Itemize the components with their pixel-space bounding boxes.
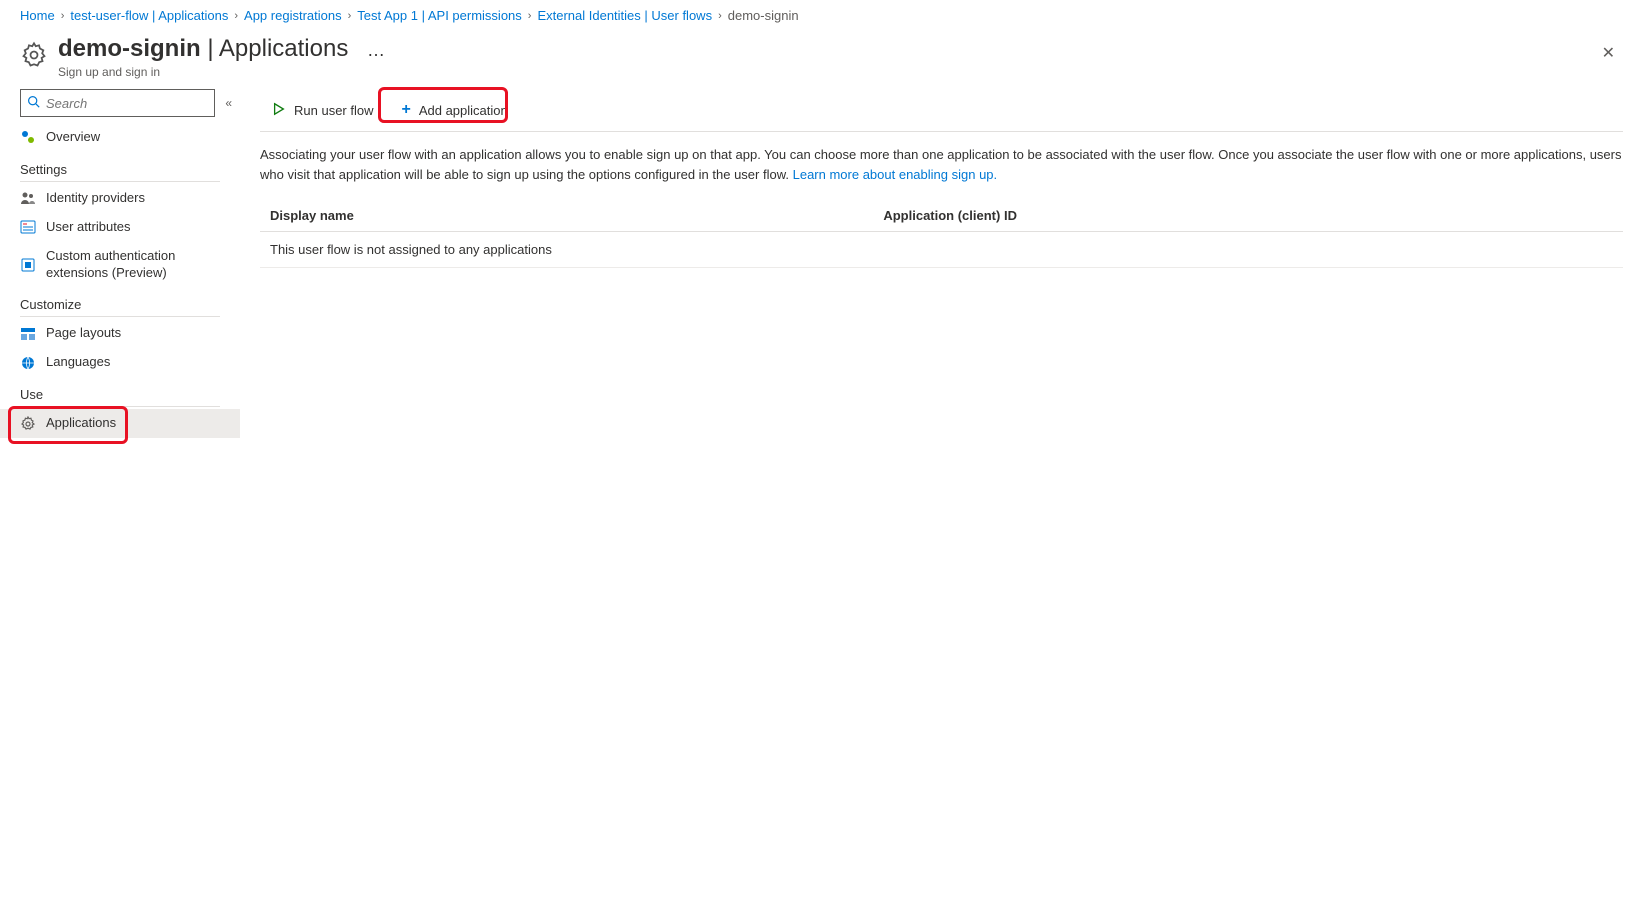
sidebar-item-user-attributes[interactable]: User attributes [0, 213, 240, 242]
divider [20, 406, 220, 407]
chevron-right-icon: › [348, 10, 352, 22]
sidebar-item-label: Custom authentication extensions (Previe… [46, 248, 220, 282]
people-icon [20, 190, 36, 206]
table-empty-message: This user flow is not assigned to any ap… [260, 232, 1623, 268]
page-subtitle: Sign up and sign in [58, 65, 1594, 79]
globe-icon [20, 355, 36, 371]
description-text: Associating your user flow with an appli… [260, 145, 1623, 184]
add-application-button[interactable]: + Add application [389, 95, 519, 125]
layout-icon [20, 326, 36, 342]
sidebar-item-label: Overview [46, 129, 220, 146]
sidebar-item-label: User attributes [46, 219, 220, 236]
search-box[interactable] [20, 89, 215, 117]
sidebar-group-settings: Settings [0, 152, 240, 181]
sidebar-item-page-layouts[interactable]: Page layouts [0, 319, 240, 348]
chevron-right-icon: › [234, 10, 238, 22]
sidebar: « Overview Settings Identity providers U… [0, 89, 240, 438]
table-header-app-id[interactable]: Application (client) ID [873, 200, 1623, 232]
run-user-flow-button[interactable]: Run user flow [260, 96, 385, 125]
divider [20, 181, 220, 182]
applications-table: Display name Application (client) ID Thi… [260, 200, 1623, 268]
sidebar-item-identity-providers[interactable]: Identity providers [0, 184, 240, 213]
sidebar-group-customize: Customize [0, 287, 240, 316]
sidebar-item-label: Identity providers [46, 190, 220, 207]
sidebar-group-use: Use [0, 377, 240, 406]
breadcrumb-item-4[interactable]: External Identities | User flows [537, 8, 712, 23]
sidebar-item-custom-auth[interactable]: Custom authentication extensions (Previe… [0, 242, 240, 288]
more-button[interactable]: … [367, 40, 386, 60]
chevron-right-icon: › [61, 10, 65, 22]
close-button[interactable]: ✕ [1594, 35, 1623, 71]
toolbar: Run user flow + Add application [260, 89, 1623, 132]
page-title-strong: demo-signin [58, 35, 201, 62]
breadcrumb: Home › test-user-flow | Applications › A… [0, 0, 1643, 31]
breadcrumb-item-3[interactable]: Test App 1 | API permissions [357, 8, 522, 23]
search-input[interactable] [44, 95, 208, 112]
page-header: demo-signin | Applications … Sign up and… [0, 31, 1643, 89]
table-header-display-name[interactable]: Display name [260, 200, 873, 232]
gear-icon [20, 416, 36, 432]
page-title: demo-signin | Applications … [58, 35, 1594, 63]
extension-icon [20, 257, 36, 273]
play-icon [272, 102, 286, 119]
divider [20, 316, 220, 317]
sidebar-item-label: Applications [46, 415, 220, 432]
breadcrumb-item-2[interactable]: App registrations [244, 8, 342, 23]
overview-icon [20, 129, 36, 145]
sidebar-item-overview[interactable]: Overview [0, 123, 240, 152]
sidebar-item-applications[interactable]: Applications [0, 409, 240, 438]
breadcrumb-home[interactable]: Home [20, 8, 55, 23]
page-title-rest: | Applications [201, 35, 349, 62]
learn-more-link[interactable]: Learn more about enabling sign up. [793, 167, 998, 182]
sidebar-item-label: Languages [46, 354, 220, 371]
sidebar-item-languages[interactable]: Languages [0, 348, 240, 377]
gear-icon [20, 41, 48, 69]
breadcrumb-current: demo-signin [728, 8, 799, 23]
toolbar-button-label: Add application [419, 103, 508, 118]
toolbar-button-label: Run user flow [294, 103, 373, 118]
table-row-empty: This user flow is not assigned to any ap… [260, 232, 1623, 268]
main-content: Run user flow + Add application Associat… [240, 89, 1643, 438]
sidebar-item-label: Page layouts [46, 325, 220, 342]
chevron-right-icon: › [718, 10, 722, 22]
plus-icon: + [401, 101, 410, 119]
form-icon [20, 219, 36, 235]
breadcrumb-item-1[interactable]: test-user-flow | Applications [70, 8, 228, 23]
chevron-right-icon: › [528, 10, 532, 22]
search-icon [27, 95, 40, 111]
collapse-sidebar-button[interactable]: « [225, 96, 232, 110]
